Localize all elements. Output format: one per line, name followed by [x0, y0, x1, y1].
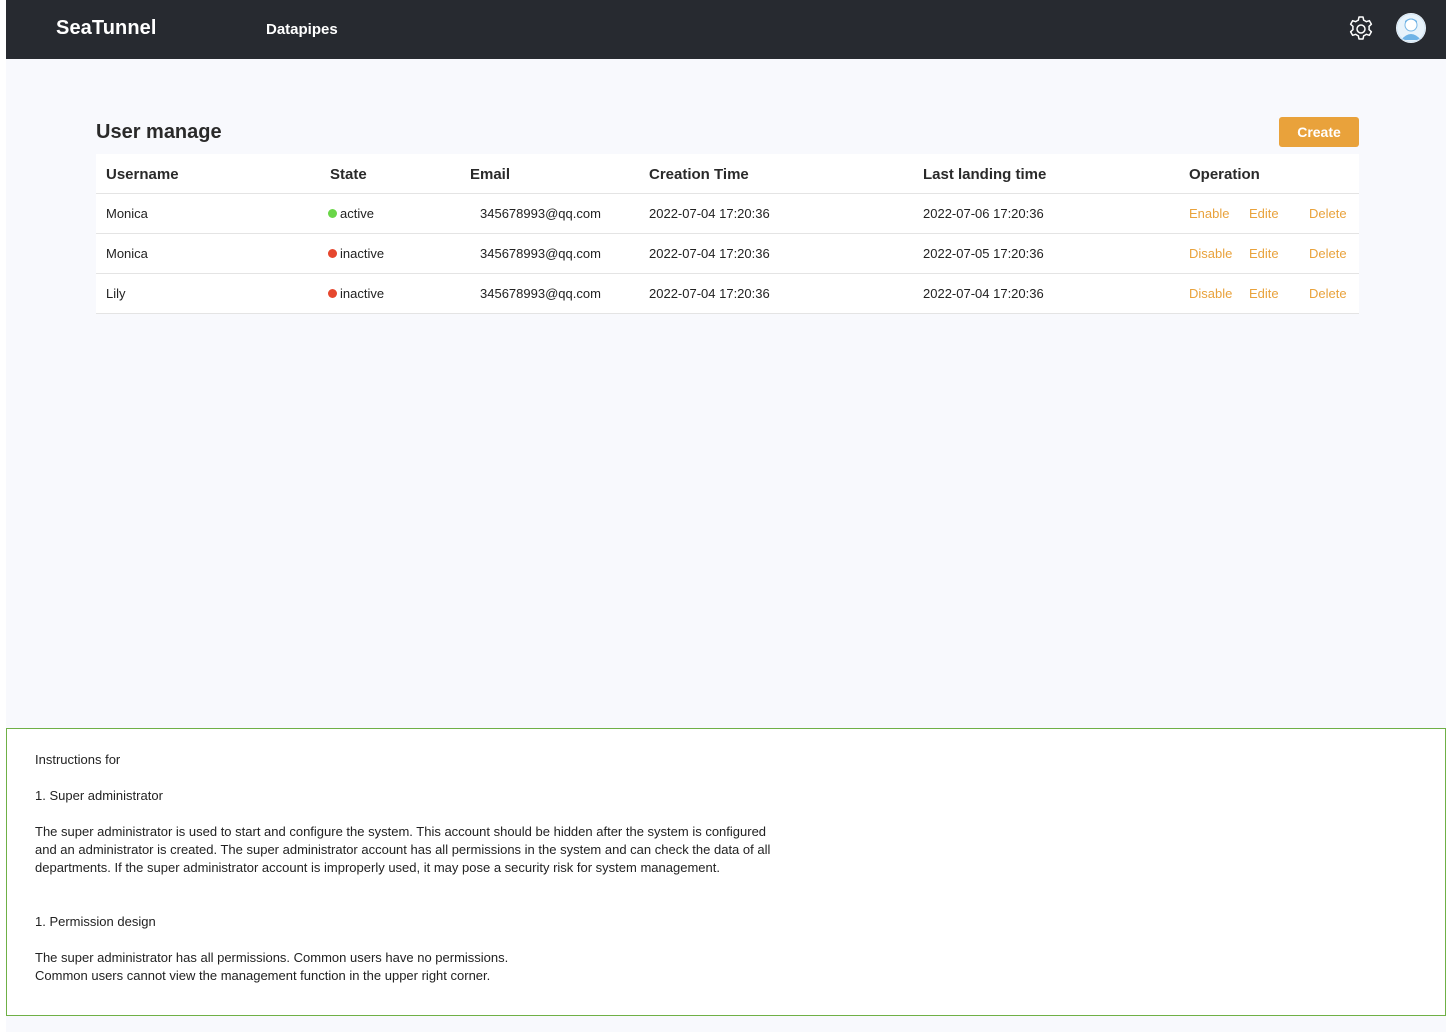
username-cell: Monica: [106, 206, 148, 221]
table-row: Lily inactive 345678993@qq.com 2022-07-0…: [96, 274, 1359, 314]
instructions-panel: Instructions for 1. Super administrator …: [6, 728, 1446, 1016]
delete-link[interactable]: Delete: [1309, 274, 1347, 314]
creation-time-cell: 2022-07-04 17:20:36: [649, 246, 770, 261]
edit-link[interactable]: Edite: [1249, 234, 1279, 274]
delete-link[interactable]: Delete: [1309, 234, 1347, 274]
disable-link[interactable]: Disable: [1189, 234, 1232, 274]
section2-line1: The super administrator has all permissi…: [35, 950, 509, 965]
email-cell: 345678993@qq.com: [480, 286, 601, 301]
table-row: Monica active 345678993@qq.com 2022-07-0…: [96, 194, 1359, 234]
app-frame: SeaTunnel Datapipes User manage Create U…: [6, 0, 1446, 1032]
disable-link[interactable]: Disable: [1189, 274, 1232, 314]
section1-body: The super administrator is used to start…: [35, 824, 771, 875]
avatar-icon-svg: [1396, 13, 1426, 43]
section1-title: 1. Super administrator: [35, 788, 163, 803]
header-email: Email: [470, 166, 511, 183]
status-dot: [328, 209, 337, 218]
nav-datapipes[interactable]: Datapipes: [266, 21, 338, 38]
state-label: active: [340, 206, 374, 221]
state-cell: inactive: [328, 274, 384, 313]
table-row: Monica inactive 345678993@qq.com 2022-07…: [96, 234, 1359, 274]
section2-title: 1. Permission design: [35, 914, 156, 929]
status-dot: [328, 249, 337, 258]
last-landing-time-cell: 2022-07-04 17:20:36: [923, 286, 1044, 301]
gear-icon[interactable]: [1346, 14, 1376, 44]
email-cell: 345678993@qq.com: [480, 246, 601, 261]
status-dot: [328, 289, 337, 298]
username-cell: Lily: [106, 286, 126, 301]
gear-icon-svg: [1349, 16, 1373, 40]
state-cell: inactive: [328, 234, 384, 273]
last-landing-time-cell: 2022-07-06 17:20:36: [923, 206, 1044, 221]
username-cell: Monica: [106, 246, 148, 261]
enable-link[interactable]: Enable: [1189, 194, 1229, 234]
header-state: State: [330, 166, 367, 183]
delete-link[interactable]: Delete: [1309, 194, 1347, 234]
create-button[interactable]: Create: [1279, 117, 1359, 147]
header-last-landing-time: Last landing time: [923, 166, 1047, 183]
page-title: User manage: [96, 121, 222, 143]
instructions-heading: Instructions for: [35, 752, 121, 767]
state-label: inactive: [340, 286, 385, 301]
creation-time-cell: 2022-07-04 17:20:36: [649, 286, 770, 301]
header-username: Username: [106, 166, 179, 183]
section2-line2: Common users cannot view the management …: [35, 968, 491, 983]
brand-logo[interactable]: SeaTunnel: [56, 17, 157, 40]
state-cell: active: [328, 194, 374, 233]
email-cell: 345678993@qq.com: [480, 206, 601, 221]
creation-time-cell: 2022-07-04 17:20:36: [649, 206, 770, 221]
last-landing-time-cell: 2022-07-05 17:20:36: [923, 246, 1044, 261]
edit-link[interactable]: Edite: [1249, 194, 1279, 234]
header-operation: Operation: [1189, 166, 1260, 183]
state-label: inactive: [340, 246, 385, 261]
table-header-row: Username State Email Creation Time Last …: [96, 154, 1359, 194]
top-navbar: SeaTunnel Datapipes: [6, 0, 1446, 59]
user-table: Username State Email Creation Time Last …: [96, 154, 1359, 314]
header-creation-time: Creation Time: [649, 166, 749, 183]
avatar-icon[interactable]: [1396, 13, 1426, 43]
edit-link[interactable]: Edite: [1249, 274, 1279, 314]
